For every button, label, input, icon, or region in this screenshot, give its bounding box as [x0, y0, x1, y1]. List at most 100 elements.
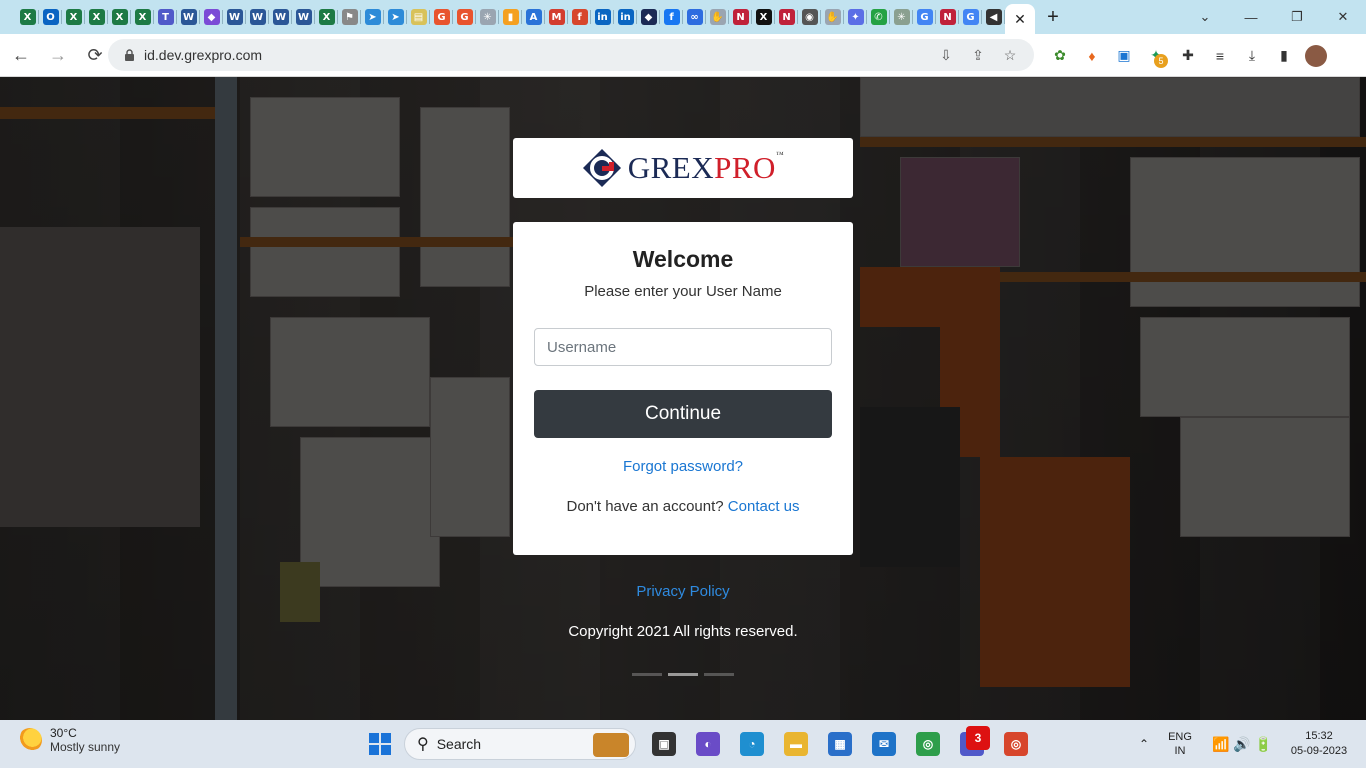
browser-tab[interactable]: G [453, 0, 476, 34]
address-bar[interactable]: id.dev.grexpro.com ⇩ ⇪ ☆ [108, 39, 1034, 71]
edge-icon: ◔ [740, 732, 764, 756]
browser-tab[interactable]: ▤ [407, 0, 430, 34]
browser-tab[interactable]: ◀ [982, 0, 1005, 34]
new-tab-button[interactable]: + [1035, 6, 1071, 29]
forward-button[interactable]: → [42, 39, 74, 71]
browser-tab[interactable]: T [154, 0, 177, 34]
browser-tab[interactable]: W [246, 0, 269, 34]
close-window-icon[interactable]: ✕ [1320, 0, 1366, 34]
browser-tab[interactable]: ✳ [890, 0, 913, 34]
browser-tab[interactable]: ✋ [821, 0, 844, 34]
carousel-dot[interactable] [632, 673, 662, 676]
language-indicator[interactable]: ENG IN [1158, 730, 1202, 758]
browser-tab[interactable]: ⚑ [338, 0, 361, 34]
browser-tab[interactable]: ✳ [476, 0, 499, 34]
browser-tab[interactable]: ➤ [361, 0, 384, 34]
clock[interactable]: 15:32 05-09-2023 [1282, 729, 1356, 759]
minimize-icon[interactable]: — [1228, 0, 1274, 34]
ext-square-icon[interactable]: ▣ [1108, 40, 1140, 72]
browser-tab[interactable]: W [292, 0, 315, 34]
taskbar-app[interactable]: ▬ [776, 724, 816, 764]
browser-tab[interactable]: M [545, 0, 568, 34]
close-tab-icon[interactable]: ✕ [1014, 11, 1026, 28]
browser-tab[interactable]: X [85, 0, 108, 34]
carousel-dot[interactable] [704, 673, 734, 676]
browser-tab[interactable]: X [16, 0, 39, 34]
browser-tab[interactable]: G [959, 0, 982, 34]
active-tab[interactable]: ✕ [1005, 4, 1035, 34]
browser-tab[interactable]: ▮ [499, 0, 522, 34]
show-hidden-icons[interactable]: ⌃ [1130, 737, 1158, 751]
excel-icon: X [65, 9, 82, 25]
browser-tab[interactable]: in [591, 0, 614, 34]
window-controls: ⌄ — ❐ ✕ [1182, 0, 1366, 34]
maximize-icon[interactable]: ❐ [1274, 0, 1320, 34]
taskbar-app[interactable]: ◎ [908, 724, 948, 764]
bookmark-star-icon[interactable]: ☆ [994, 47, 1026, 64]
taskbar-search[interactable]: ⚲ Search [404, 728, 636, 760]
taskbar-app[interactable]: T3 [952, 724, 992, 764]
tab-search-icon[interactable]: ⌄ [1182, 0, 1228, 34]
browser-tab[interactable]: W [269, 0, 292, 34]
excel-icon: X [318, 9, 335, 25]
lock-icon[interactable] [122, 48, 136, 62]
ext-flame-icon[interactable]: ♦ [1076, 40, 1108, 72]
browser-tab[interactable]: W [177, 0, 200, 34]
browser-tab[interactable]: f [568, 0, 591, 34]
browser-tab[interactable]: ✋ [706, 0, 729, 34]
download-icon[interactable]: ⤓ [1236, 40, 1268, 72]
taskbar-app[interactable]: ◔ [732, 724, 772, 764]
carousel-dot[interactable] [668, 673, 698, 676]
browser-tab[interactable]: N [775, 0, 798, 34]
weather-widget[interactable]: 30°C Mostly sunny [18, 726, 120, 754]
forgot-password-link[interactable]: Forgot password? [513, 458, 853, 475]
browser-tab[interactable]: A [522, 0, 545, 34]
browser-tab[interactable]: G [913, 0, 936, 34]
browser-tab[interactable]: G [430, 0, 453, 34]
browser-tab[interactable]: ◆ [200, 0, 223, 34]
browser-tab[interactable]: ∞ [683, 0, 706, 34]
back-button[interactable]: ← [5, 39, 37, 71]
browser-tab[interactable]: ✦ [844, 0, 867, 34]
media-icon[interactable]: ≡ [1204, 40, 1236, 72]
browser-tab[interactable]: ◆ [637, 0, 660, 34]
ext-leaf-icon[interactable]: ✿ [1044, 40, 1076, 72]
network-volume-battery-icons[interactable]: 📶 🔊 🔋 [1202, 736, 1282, 753]
taskbar-app[interactable]: ◐ [688, 724, 728, 764]
browser-tab[interactable]: ➤ [384, 0, 407, 34]
browser-tab[interactable]: O [39, 0, 62, 34]
browser-tab[interactable]: N [729, 0, 752, 34]
share-icon[interactable]: ⇪ [962, 47, 994, 64]
contact-us-link[interactable]: Contact us [728, 498, 800, 515]
tab-list: X O X X X X T W ◆ W W W W X ⚑ ➤ ➤ ▤ G G ✳ ▮ A Mf in in ◆ f ∞ ✋ N X N ◉ ✋ ✦ ✆… [0, 0, 1005, 34]
start-button[interactable] [360, 724, 400, 764]
sidepanel-icon[interactable]: ▮ [1268, 40, 1300, 72]
browser-tab[interactable]: in [614, 0, 637, 34]
taskbar-app[interactable]: ▣ [644, 724, 684, 764]
browser-tab[interactable]: f [660, 0, 683, 34]
copyright-text: Copyright 2021 All rights reserved. [568, 623, 798, 640]
profile-avatar[interactable] [1300, 40, 1332, 72]
ext-colorful-icon[interactable]: ✦5 [1140, 40, 1172, 72]
browser-tab[interactable]: X [131, 0, 154, 34]
url-text[interactable]: id.dev.grexpro.com [144, 47, 262, 63]
reload-button[interactable]: ⟳ [79, 39, 111, 71]
continue-button[interactable]: Continue [534, 390, 832, 438]
browser-tab[interactable]: W [223, 0, 246, 34]
username-input[interactable] [534, 328, 832, 366]
puzzle-icon[interactable]: ✚ [1172, 40, 1204, 72]
browser-tab[interactable]: X [108, 0, 131, 34]
browser-tab[interactable]: N [936, 0, 959, 34]
browser-tab[interactable]: X [752, 0, 775, 34]
taskbar-app[interactable]: ◎ [996, 724, 1036, 764]
browser-tab[interactable]: X [62, 0, 85, 34]
taskbar-app[interactable]: ✉ [864, 724, 904, 764]
taskbar-app[interactable]: ▦ [820, 724, 860, 764]
privacy-policy-text[interactable]: Privacy Policy [636, 583, 729, 600]
browser-tab[interactable]: X [315, 0, 338, 34]
linkedin-icon: in [594, 9, 611, 25]
browser-tab[interactable]: ✆ [867, 0, 890, 34]
browser-tab[interactable]: ◉ [798, 0, 821, 34]
install-app-icon[interactable]: ⇩ [930, 47, 962, 64]
logo-trademark: ™ [775, 150, 785, 159]
